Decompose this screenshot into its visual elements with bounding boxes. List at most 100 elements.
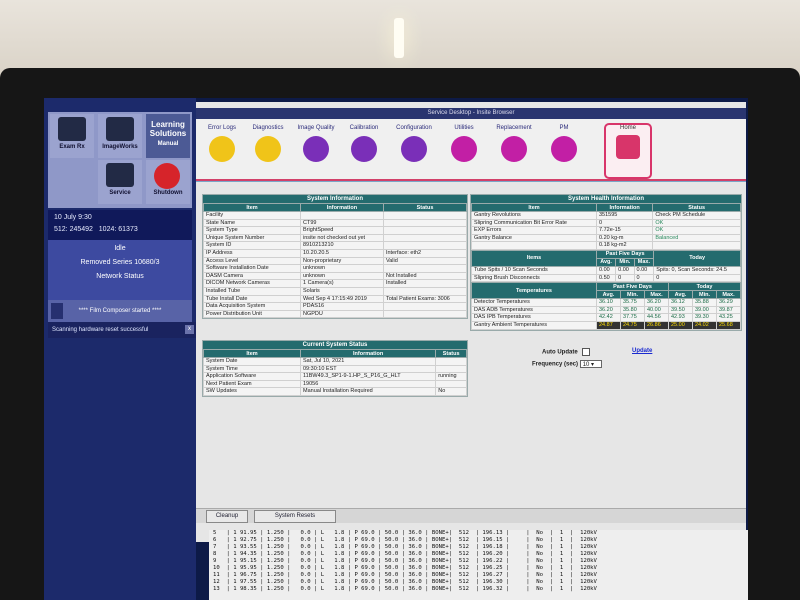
table-row: Tube Spits / 10 Scan Seconds 0.00 0.00 0.00… [471, 265, 741, 275]
table-row: DAS IPB Temperatures 42.42 37.75 44.56 42.93… [471, 313, 741, 322]
shutdown-button[interactable]: Shutdown [146, 160, 190, 204]
error-logs-icon [209, 136, 235, 162]
terminal-line: 5 | 1 91.95 | 1.250 | 0.0 | L 1.8 | P 69… [213, 530, 597, 536]
column-header: Information [299, 349, 437, 358]
scan-log-terminal: 5 | 1 91.95 | 1.250 | 0.0 | L 1.8 | P 69… [209, 530, 748, 600]
toolbar: Error Logs Diagnostics Image Quality Cal… [196, 119, 746, 181]
monitor-screen: Exam Rx ImageWorks Learning Solutions Ma… [44, 98, 748, 600]
terminal-line: 11 | 1 96.75 | 1.250 | 0.0 | L 1.8 | P 6… [213, 572, 597, 578]
health-table: Item Information Status Gantry Revolutio… [471, 203, 741, 250]
column-header: Today [668, 282, 741, 292]
column-header: Status [435, 349, 467, 358]
current-status-table: Item Information Status System Date Sat, … [203, 349, 467, 396]
image-quality-button[interactable]: Image Quality [294, 125, 338, 162]
home-icon [616, 135, 640, 159]
window-title: Service Desktop - Insite Browser [196, 108, 746, 119]
status-message: Scanning hardware reset successful x [48, 322, 196, 338]
column-header: Past Five Days [596, 282, 669, 292]
table-row: SW Updates Manual Installation Required No [203, 387, 467, 396]
column-header: Information [300, 203, 384, 212]
column-header: Max. [716, 290, 741, 300]
table-row: Detector Temperatures 36.10 35.75 36.20 36.1… [471, 298, 741, 307]
divider [196, 181, 746, 182]
column-header: Items [471, 249, 597, 267]
pm-button[interactable]: PM [542, 125, 586, 162]
column-header: Min. [615, 257, 635, 267]
table-row: Slipring Brush Disconnects 0.50 0 0 0 [471, 273, 741, 283]
home-button[interactable]: Home [604, 123, 652, 179]
system-resets-button[interactable]: System Resets [254, 510, 336, 523]
system-information-table: Item Information Status Facility State N… [203, 203, 468, 319]
update-link[interactable]: Update [632, 348, 652, 354]
app-launcher: Exam Rx ImageWorks Learning Solutions Ma… [48, 112, 192, 208]
column-header: Item [471, 203, 597, 212]
imageworks-button[interactable]: ImageWorks [98, 114, 142, 158]
idle-status: Idle [114, 245, 126, 252]
table-row: Software Installation Date unknown [203, 264, 468, 273]
terminal-line: 10 | 1 95.95 | 1.250 | 0.0 | L 1.8 | P 6… [213, 565, 597, 571]
table-row: Slipring Communication Bit Error Rate 0 OK [471, 218, 741, 228]
network-status-button[interactable]: Network Status [48, 270, 192, 284]
table-row: IP Address 10.20.20.5 Interface: eth2 [203, 248, 468, 258]
error-logs-button[interactable]: Error Logs [200, 125, 244, 162]
close-icon[interactable]: x [185, 325, 194, 334]
table-row: Facility [203, 211, 468, 220]
table-row: System Time 09:30:10 EST [203, 364, 467, 374]
imageworks-icon [106, 117, 134, 141]
table-row: Power Distribution Unit NGPDU [203, 309, 468, 319]
image-quality-icon [303, 136, 329, 162]
service-icon [106, 163, 134, 187]
service-button[interactable]: Service [98, 160, 142, 204]
auto-update-checkbox[interactable] [582, 348, 591, 356]
utilities-button[interactable]: Utilities [442, 125, 486, 162]
column-header: Max. [644, 290, 669, 300]
table-row: Access Level Non-proprietary Valid [203, 256, 468, 266]
table-row: Gantry Revolutions 351595 Check PM Schedul… [471, 211, 741, 220]
column-header: Avg. [595, 257, 617, 267]
terminal-line: 13 | 1 98.35 | 1.250 | 0.0 | L 1.8 | P 6… [213, 586, 597, 592]
removed-series: Removed Series 10680/3 [80, 259, 160, 266]
column-header: Today [653, 249, 741, 267]
temperature-table: Temperatures Past Five Days Today Avg. M… [471, 282, 741, 330]
film-composer-status: **** Film Composer started **** [48, 300, 192, 322]
terminal-line: 12 | 1 97.55 | 1.250 | 0.0 | L 1.8 | P 6… [213, 579, 597, 585]
table-row: DAS ADB Temperatures 36.20 35.80 40.00 39.50… [471, 305, 741, 315]
status-panel: Idle Removed Series 10680/3 Network Stat… [48, 240, 192, 300]
system-health-title: System Health Information [471, 195, 741, 203]
table-row: 0.18 kg-m2 [471, 241, 741, 250]
column-header: Status [652, 203, 741, 212]
table-row: Next Patient Exam 19056 [203, 379, 467, 389]
frequency-control: Frequency (sec) 10 ▾ [532, 360, 602, 368]
power-icon [154, 163, 180, 189]
table-row: System Date Sat, Jul 10, 2021 [203, 357, 467, 366]
cleanup-button[interactable]: Cleanup [206, 510, 248, 523]
replacement-icon [501, 136, 527, 162]
exam-rx-button[interactable]: Exam Rx [50, 114, 94, 158]
diagnostics-button[interactable]: Diagnostics [246, 125, 290, 162]
learning-solutions-button[interactable]: Learning Solutions Manual [146, 114, 190, 158]
column-header: Avg. [668, 290, 693, 300]
table-row: Gantry Balance 0.20 kg-m Balanced [471, 233, 741, 243]
column-header: Status [382, 203, 468, 212]
left-panel: Exam Rx ImageWorks Learning Solutions Ma… [44, 98, 196, 600]
insite-browser-window: Service Desktop - Insite Browser Error L… [196, 102, 746, 542]
column-header: Min. [620, 290, 645, 300]
replacement-button[interactable]: Replacement [492, 125, 536, 162]
column-header: Min. [692, 290, 717, 300]
terminal-line: 9 | 1 95.15 | 1.250 | 0.0 | L 1.8 | P 69… [213, 558, 597, 564]
table-row: EXP Errors 7.72e-15 OK [471, 226, 741, 235]
configuration-button[interactable]: Configuration [392, 125, 436, 162]
calibration-button[interactable]: Calibration [342, 125, 386, 162]
table-row: Gantry Ambient Temperatures 24.87 24.75 26.… [471, 320, 741, 330]
utilities-icon [451, 136, 477, 162]
column-header: Item [203, 349, 301, 358]
frequency-select[interactable]: 10 ▾ [579, 360, 602, 368]
configuration-icon [401, 136, 427, 162]
table-row: DASM Camera unknown Not Installed [203, 271, 468, 281]
exam-rx-icon [58, 117, 86, 141]
system-health-panel: System Health Information Item Informati… [470, 194, 742, 331]
film-icon [51, 303, 63, 319]
table-row: Tube Install Date Wed Sep 4 17:15:49 2019… [203, 294, 468, 304]
terminal-line: 7 | 1 93.55 | 1.250 | 0.0 | L 1.8 | P 69… [213, 544, 597, 550]
pm-icon [551, 136, 577, 162]
